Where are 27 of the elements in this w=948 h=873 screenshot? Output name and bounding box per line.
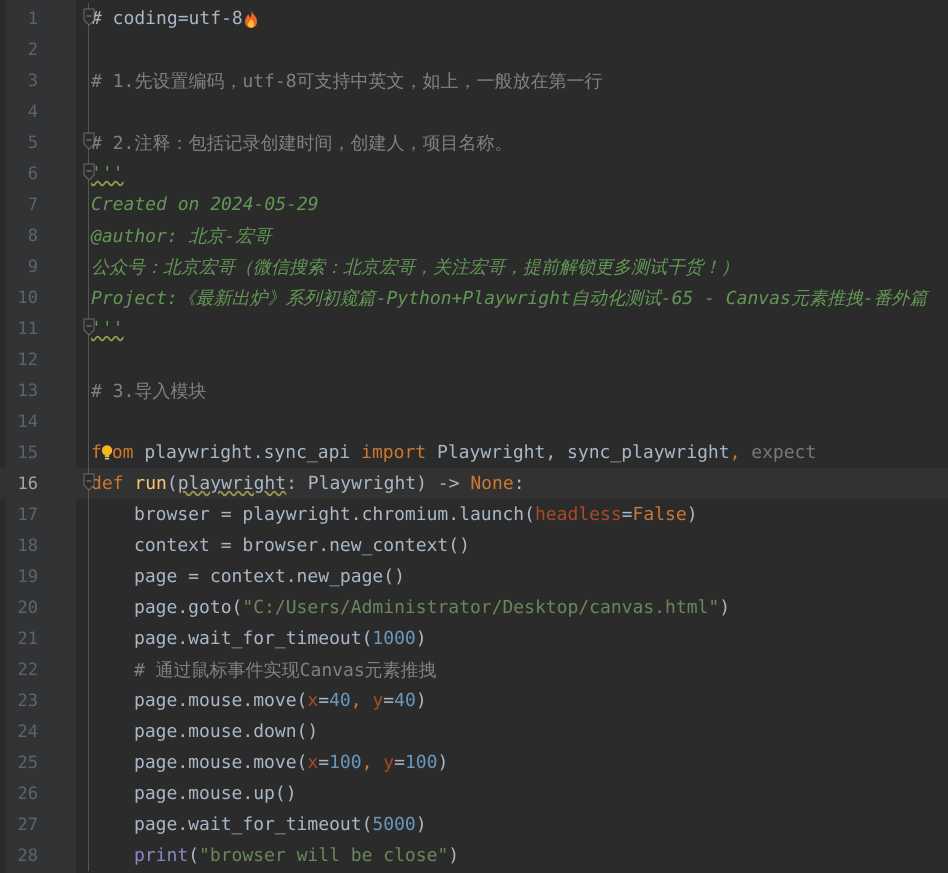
code-line: print("browser will be close") xyxy=(134,845,460,866)
code-line: f xyxy=(91,442,102,463)
line-number: 16 xyxy=(16,474,38,494)
code-line: page.wait_for_timeout(5000) xyxy=(134,814,427,835)
fold-icon[interactable] xyxy=(83,318,95,336)
code-line: ''' xyxy=(91,318,124,339)
lightbulb-icon[interactable] xyxy=(100,442,113,462)
code-line: page.mouse.move(x=100, y=100) xyxy=(134,752,448,773)
code-line: page.mouse.down() xyxy=(134,721,318,742)
code-line: browser = playwright.chromium.launch(headless=False) xyxy=(134,504,698,525)
code-line: @author: 北京-宏哥 xyxy=(91,224,272,248)
code-line: context = browser.new_context() xyxy=(134,535,470,556)
code-line: Created on 2024-05-29 xyxy=(91,194,319,215)
code-line: # 1.先设置编码，utf-8可支持中英文，如上，一般放在第一行 xyxy=(91,70,603,92)
code-line: page.goto("C:/Users/Administrator/Desktop/canvas.html") xyxy=(134,597,730,618)
code-line: Project:《最新出炉》系列初窥篇-Python+Playwright自动化测试-65 - Canvas元素推拽-番外篇 xyxy=(91,286,928,310)
fire-icon xyxy=(242,8,259,28)
code-line: page.wait_for_timeout(1000) xyxy=(134,628,427,649)
code-line: om playwright.sync_api import Playwright, sync_playwright, expect xyxy=(112,442,816,463)
code-line: page = context.new_page() xyxy=(134,566,405,587)
code-line: ''' xyxy=(91,163,124,184)
fold-icon[interactable] xyxy=(83,163,95,181)
code-line: 公众号：北京宏哥（微信搜索：北京宏哥，关注宏哥，提前解锁更多测试干货！） xyxy=(91,256,739,278)
code-line: # 3.导入模块 xyxy=(91,380,206,402)
code-line: page.mouse.move(x=40, y=40) xyxy=(134,690,427,711)
code-line: page.mouse.up() xyxy=(134,783,297,804)
code-line: # 通过鼠标事件实现Canvas元素推拽 xyxy=(134,658,437,682)
